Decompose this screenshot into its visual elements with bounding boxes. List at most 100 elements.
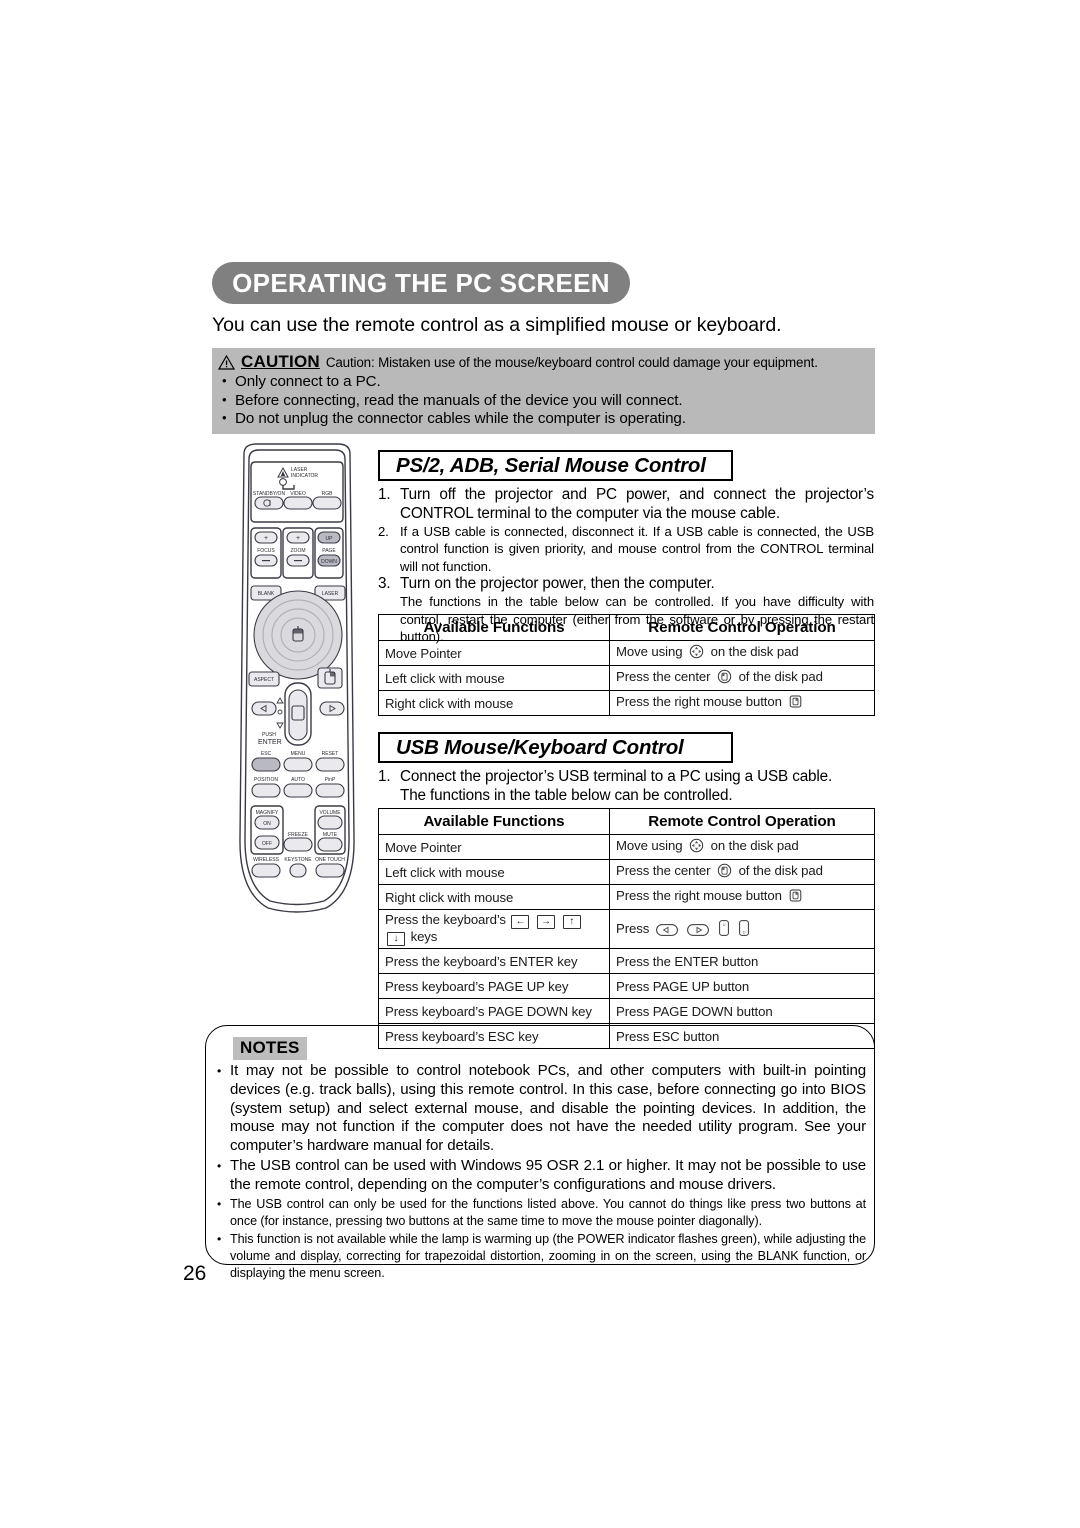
remote-label-esc: ESC (261, 751, 272, 757)
table-row: Left click with mouse Press the center o… (378, 665, 875, 691)
svg-text:U: U (723, 922, 726, 927)
disk-pad-icon (689, 838, 704, 856)
cell-function: Right click with mouse (378, 690, 610, 716)
caution-heading: CAUTION Caution: Mistaken use of the mou… (212, 348, 875, 372)
remote-label-focus: FOCUS (257, 548, 275, 554)
table-row: Right click with mouse Press the right m… (378, 690, 875, 716)
cell-function: Move Pointer (378, 640, 610, 666)
remote-label-push: PUSH (262, 732, 276, 738)
mouse-left-button-icon (717, 863, 732, 881)
remote-label-wireless: WIRELESS (253, 857, 280, 863)
section-heading-usb: USB Mouse/Keyboard Control (378, 732, 733, 763)
section-heading-usb-label: USB Mouse/Keyboard Control (396, 735, 684, 759)
operation-text-pre: Press the right mouse button (616, 694, 782, 709)
remote-left-arrow-button (251, 701, 277, 716)
caution-text: Caution: Mistaken use of the mouse/keybo… (325, 354, 818, 370)
operation-text-pre: Move using (616, 644, 683, 659)
cell-operation: Move using on the disk pad (609, 834, 875, 860)
usb-step-text: Connect the projector’s USB terminal to … (400, 768, 833, 785)
cell-function: Right click with mouse (378, 884, 610, 910)
table-header-row: Available Functions Remote Control Opera… (378, 614, 875, 641)
caution-label: CAUTION (241, 352, 320, 371)
section-heading-ps2: PS/2, ADB, Serial Mouse Control (378, 450, 733, 481)
remote-label-standby-on: STANDBY/ON (253, 491, 286, 497)
cell-function: Press the keyboard’s ENTER key (378, 948, 610, 974)
page-up-button-icon: U (719, 919, 729, 939)
right-arrow-button-icon (687, 923, 710, 939)
remote-label-reset: RESET (322, 751, 339, 757)
usb-step-text: The functions in the table below can be … (400, 786, 733, 804)
remote-control-illustration: .ol{fill:none;stroke:#3a3a46;stroke-widt… (222, 440, 372, 915)
cell-function: Move Pointer (378, 834, 610, 860)
mouse-right-button-icon (788, 888, 803, 906)
warning-triangle-icon (218, 354, 235, 370)
notes-label: NOTES (233, 1037, 307, 1060)
cell-operation: Press the ENTER button (609, 948, 875, 974)
cell-operation: Move using on the disk pad (609, 640, 875, 666)
page-title-banner: OPERATING THE PC SCREEN (212, 262, 630, 304)
left-arrow-keycap-icon: ← (511, 915, 530, 929)
ps2-step-number: 2. (378, 524, 389, 540)
ps2-step: 3. Turn on the projector power, then the… (378, 575, 874, 594)
table-row: Press the keyboard’s ← → ↑ ↓ keys Press (378, 909, 875, 949)
page-down-button-icon: D (738, 919, 749, 939)
remote-label-page: PAGE (322, 548, 336, 554)
caution-bullet-list: Only connect to a PC. Before connecting,… (212, 372, 875, 429)
note-item: The USB control can only be used for the… (216, 1196, 866, 1230)
caution-bullet: Only connect to a PC. (222, 372, 875, 392)
operation-text-pre: Press the center (616, 669, 711, 684)
mouse-left-button-icon (717, 669, 732, 687)
ps2-step-text: Turn on the projector power, then the co… (400, 574, 715, 592)
usb-step: The functions in the table below can be … (378, 787, 874, 806)
operation-text-post: of the disk pad (738, 863, 823, 878)
table-row: Left click with mouse Press the center o… (378, 859, 875, 885)
remote-label-enter: ENTER (258, 739, 282, 746)
table-row: Press the keyboard’s ENTER key Press the… (378, 948, 875, 974)
ps2-functions-table: Available Functions Remote Control Opera… (378, 614, 875, 716)
remote-label-video: VIDEO (290, 491, 306, 497)
cell-operation: Press the center of the disk pad (609, 859, 875, 885)
ps2-step: 1. Turn off the projector and PC power, … (378, 486, 874, 523)
notes-list: It may not be possible to control notebo… (216, 1062, 866, 1283)
intro-paragraph: You can use the remote control as a simp… (212, 314, 782, 336)
operation-text-pre: Press the right mouse button (616, 888, 782, 903)
function-text-post: keys (410, 929, 438, 944)
remote-label-mute: MUTE (323, 832, 338, 838)
remote-right-arrow-button (319, 701, 345, 716)
remote-label-on: ON (263, 821, 271, 827)
cell-function: Left click with mouse (378, 665, 610, 691)
usb-functions-table: Available Functions Remote Control Opera… (378, 808, 875, 1049)
cell-function: Left click with mouse (378, 859, 610, 885)
right-arrow-keycap-icon: → (537, 915, 556, 929)
table-row: Press keyboard’s PAGE UP key Press PAGE … (378, 973, 875, 999)
page-number: 26 (183, 1262, 207, 1285)
remote-label-position: POSITION (254, 777, 278, 783)
caution-bullet: Do not unplug the connector cables while… (222, 409, 875, 429)
down-arrow-keycap-icon: ↓ (387, 932, 405, 946)
cell-operation: Press the right mouse button (609, 884, 875, 910)
table-header-row: Available Functions Remote Control Opera… (378, 808, 875, 835)
column-header-remote-control-operation: Remote Control Operation (609, 614, 875, 641)
svg-text:D: D (742, 929, 745, 934)
caution-bullet: Before connecting, read the manuals of t… (222, 391, 875, 411)
cell-operation: Press U D (609, 909, 875, 949)
operation-text-pre: Move using (616, 838, 683, 853)
cell-operation: Press the right mouse button (609, 690, 875, 716)
remote-label-up: UP (326, 536, 334, 542)
caution-box: CAUTION Caution: Mistaken use of the mou… (212, 348, 875, 434)
mouse-right-button-icon (788, 694, 803, 712)
ps2-step-text: Turn off the projector and PC power, and… (400, 486, 874, 522)
cell-function: Press the keyboard’s ← → ↑ ↓ keys (378, 909, 610, 949)
svg-text:+: + (296, 535, 300, 542)
remote-label-down: DOWN (321, 559, 337, 565)
ps2-step-text: If a USB cable is connected, disconnect … (400, 524, 874, 574)
remote-label-keystone: KEYSTONE (284, 857, 312, 863)
ps2-step: 2. If a USB cable is connected, disconne… (378, 523, 874, 575)
ps2-step-number: 3. (378, 574, 391, 592)
left-arrow-button-icon (655, 923, 678, 939)
function-text-pre: Press the keyboard’s (385, 912, 506, 927)
remote-label-zoom: ZOOM (291, 548, 306, 554)
operation-text-post: on the disk pad (710, 644, 799, 659)
cell-operation: Press PAGE DOWN button (609, 998, 875, 1024)
table-row: Move Pointer Move using on the disk pad (378, 640, 875, 666)
